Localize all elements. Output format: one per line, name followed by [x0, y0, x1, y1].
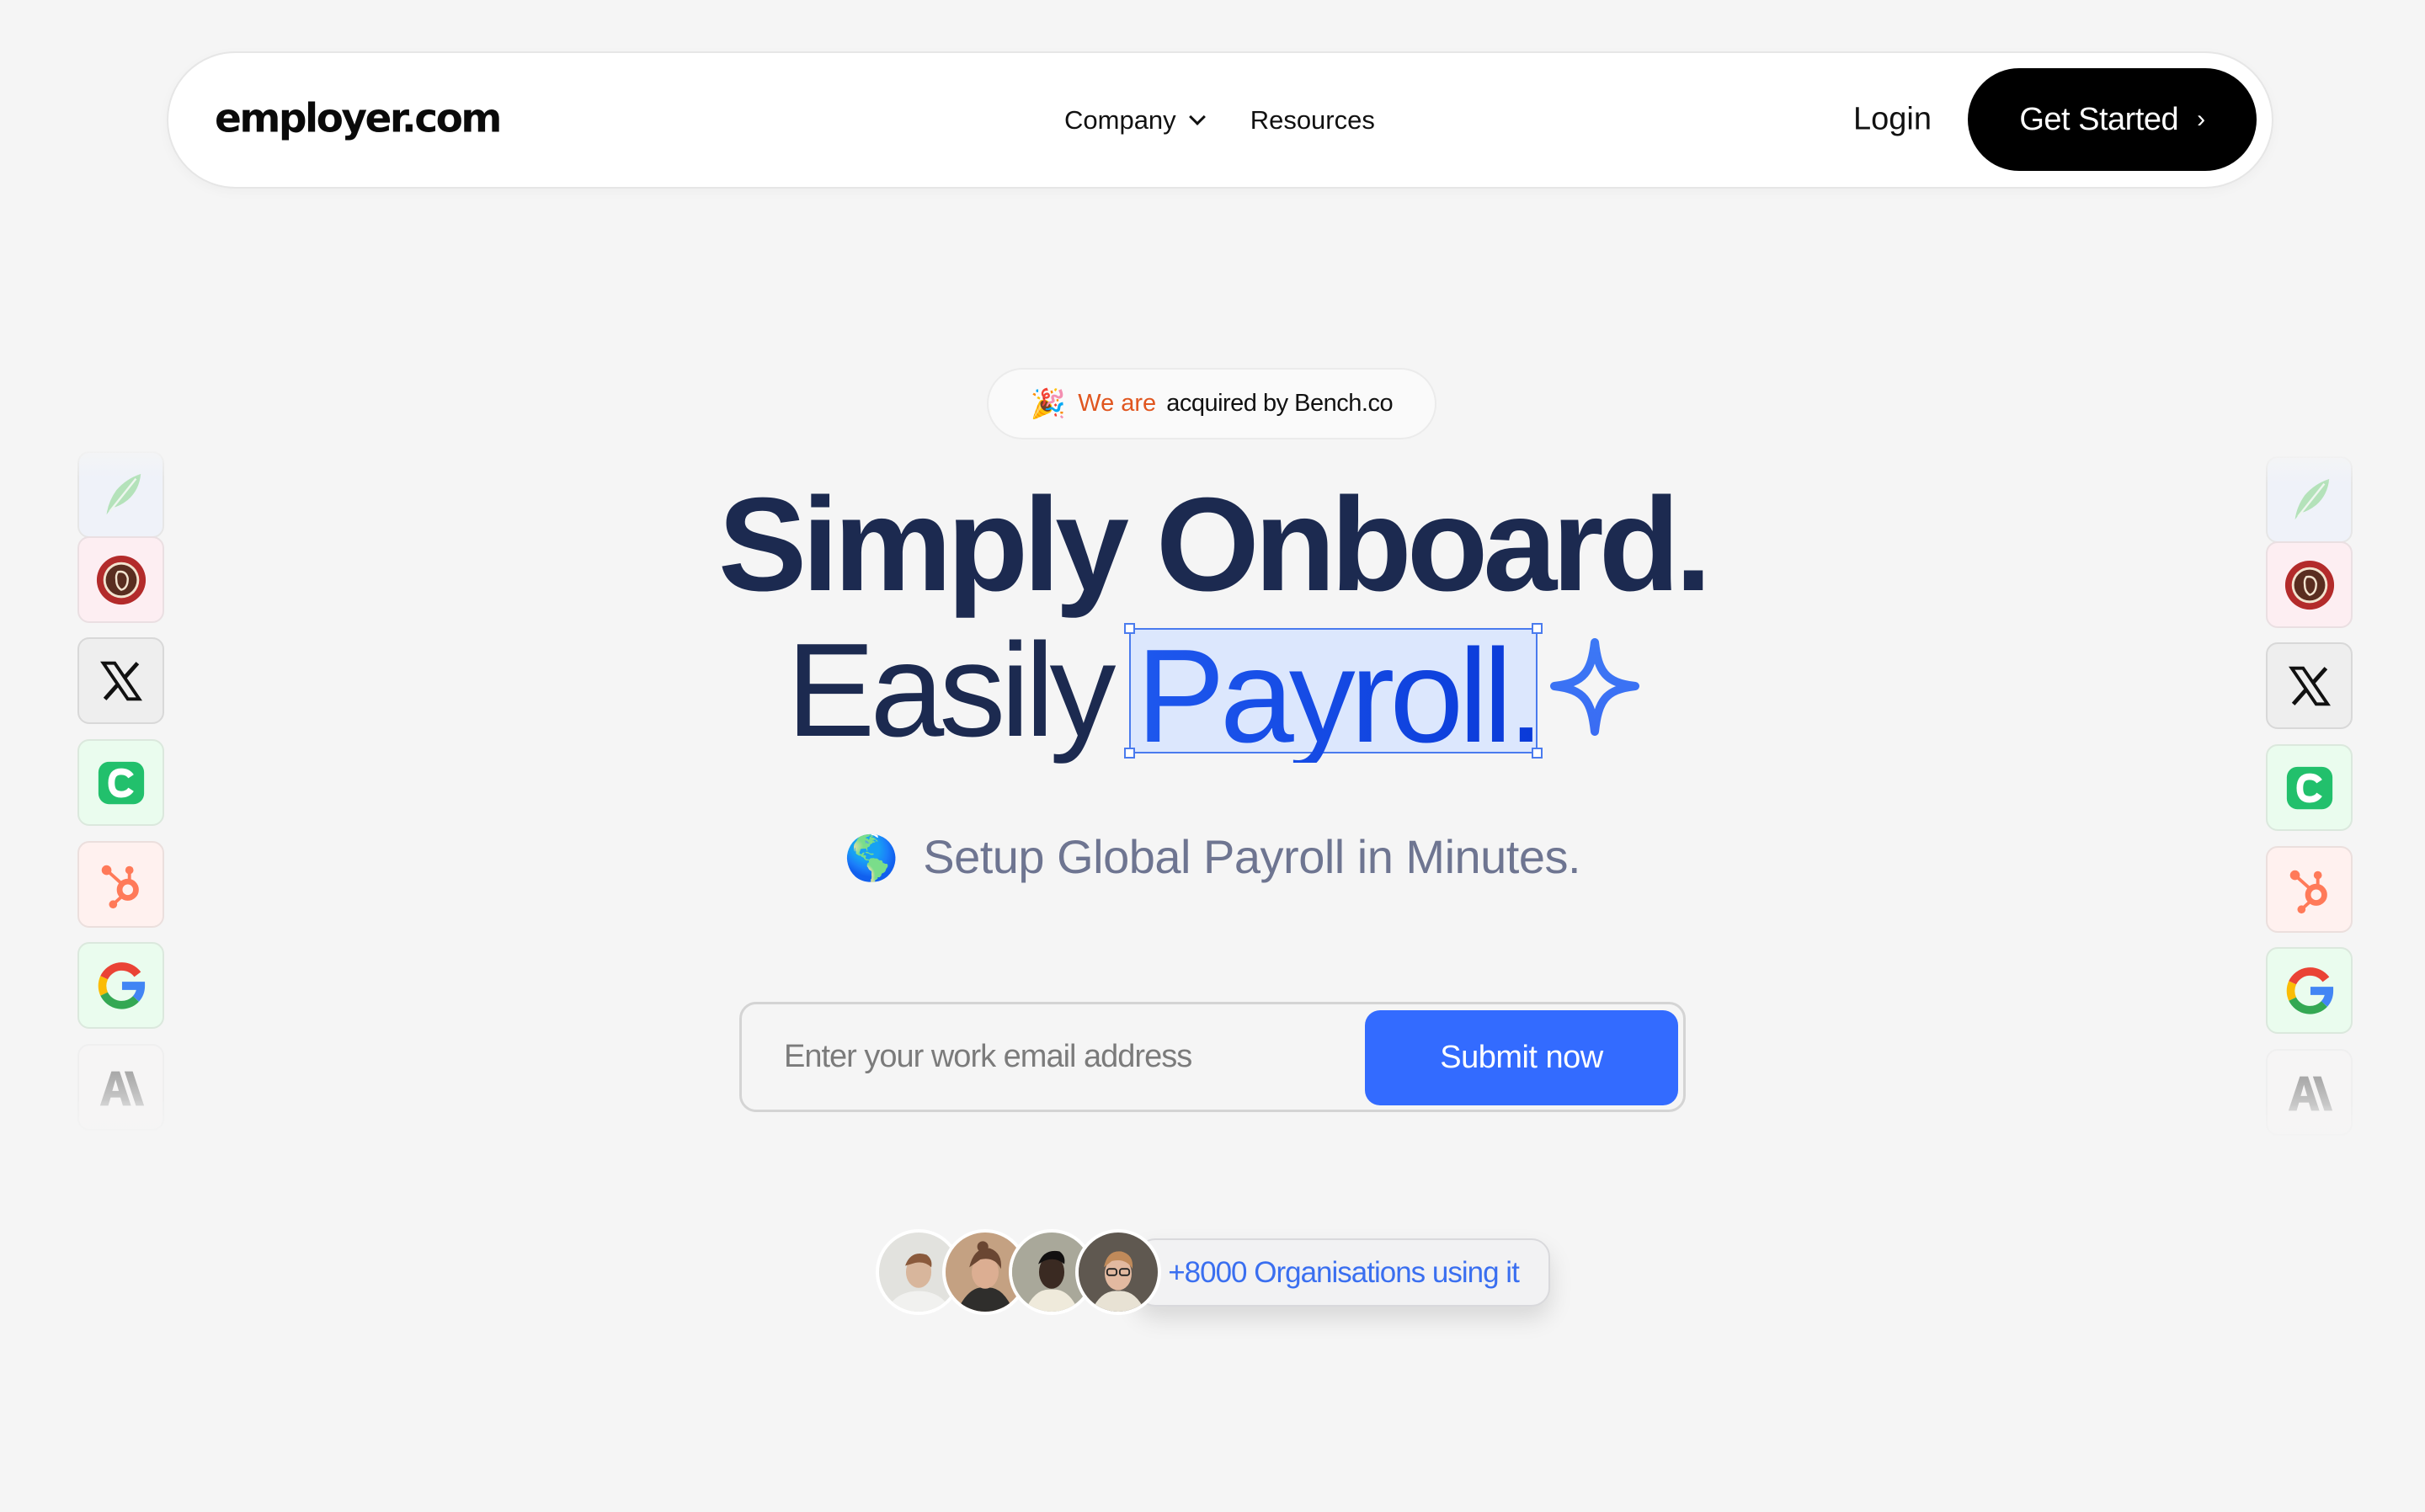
selection-handle	[1124, 622, 1136, 634]
top-navbar: employer.com Company Resources Login Get…	[167, 51, 2273, 189]
c-app-logo-icon	[2286, 766, 2332, 809]
sparkle-icon	[1550, 638, 1639, 736]
acquisition-badge[interactable]: 🎉 We are acquired by Bench.co	[987, 368, 1436, 439]
c-logo-tile	[2266, 744, 2353, 831]
nav-link-company[interactable]: Company	[1064, 104, 1206, 136]
selection-handle	[1532, 622, 1543, 634]
fade-overlay	[77, 445, 164, 478]
hero-headline-line1: Simply Onboard.	[717, 471, 1712, 619]
c-app-logo-icon	[98, 761, 144, 804]
organisations-counter: +8000 Organisations using it	[1137, 1238, 1550, 1307]
brand-logo[interactable]: employer.com	[215, 95, 502, 141]
x-logo-icon	[2288, 666, 2331, 705]
hero-headline-line2: Easily Payroll.	[786, 616, 1544, 764]
hero-highlight-word: Payroll.	[1136, 622, 1544, 770]
chevron-right-icon: ›	[2197, 105, 2205, 133]
get-started-button[interactable]: Get Started ›	[1968, 68, 2257, 171]
login-link[interactable]: Login	[1853, 101, 1932, 137]
nav-link-resources-label: Resources	[1250, 104, 1375, 135]
avatar	[1075, 1229, 1161, 1315]
fade-overlay	[77, 1099, 164, 1142]
google-logo-icon	[98, 961, 145, 1009]
hero-line2-prefix: Easily	[786, 616, 1116, 764]
chipotle-logo-icon	[96, 555, 146, 604]
work-email-input[interactable]	[784, 1004, 1356, 1110]
google-logo-tile	[2266, 947, 2353, 1034]
x-logo-tile	[2266, 642, 2353, 729]
x-logo-tile	[77, 637, 164, 724]
email-signup-form: Submit now	[739, 1002, 1686, 1112]
chipotle-logo-icon	[2284, 560, 2334, 610]
fade-overlay	[2266, 1105, 2353, 1147]
party-popper-icon: 🎉	[1030, 387, 1067, 420]
fade-overlay	[2266, 450, 2353, 483]
payroll-selection-box: Payroll.	[1124, 622, 1544, 763]
submit-now-button[interactable]: Submit now	[1365, 1010, 1678, 1105]
nav-link-company-label: Company	[1064, 104, 1176, 135]
hubspot-logo-tile	[77, 841, 164, 928]
subheading-text: Setup Global Payroll in Minutes.	[923, 830, 1581, 883]
google-logo-icon	[2286, 966, 2333, 1014]
badge-accent-text: We are	[1078, 390, 1157, 417]
x-logo-icon	[99, 661, 142, 700]
chipotle-logo-tile	[2266, 541, 2353, 628]
hubspot-logo-icon	[101, 865, 139, 908]
get-started-label: Get Started	[2019, 101, 2179, 137]
chevron-down-icon	[1188, 108, 1206, 125]
hubspot-logo-icon	[2289, 870, 2327, 913]
c-logo-tile	[77, 739, 164, 826]
globe-americas-icon: 🌎	[844, 834, 899, 883]
selection-handle	[1124, 747, 1136, 759]
hero-subheading: 🌎 Setup Global Payroll in Minutes.	[0, 829, 2425, 884]
badge-text: acquired by Bench.co	[1166, 390, 1394, 417]
chipotle-logo-tile	[77, 536, 164, 623]
nav-link-resources[interactable]: Resources	[1250, 105, 1375, 136]
hubspot-logo-tile	[2266, 846, 2353, 933]
selection-handle	[1532, 747, 1543, 759]
nav-links: Company Resources	[1064, 105, 1375, 136]
google-logo-tile	[77, 942, 164, 1029]
